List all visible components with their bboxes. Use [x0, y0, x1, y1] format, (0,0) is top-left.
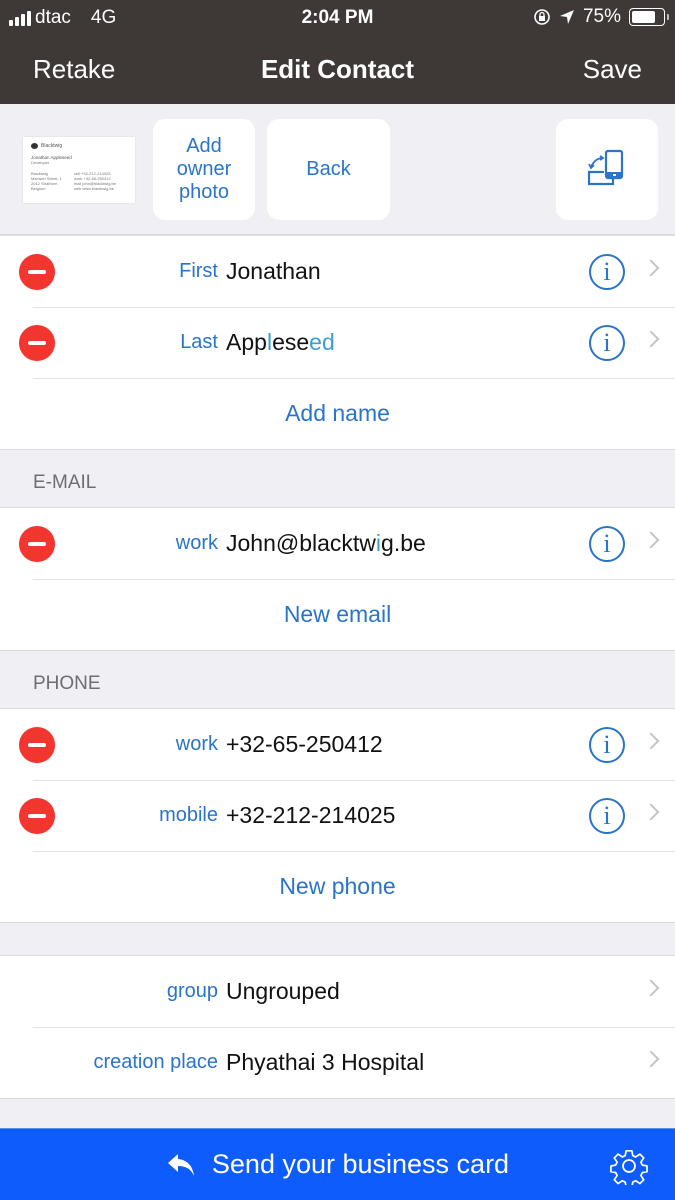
last-name-value[interactable]: Appleseed — [226, 329, 335, 356]
business-card-thumbnail[interactable]: Blacktwig Jonathan Appleseed Developer B… — [23, 137, 135, 203]
delete-first-name-button[interactable] — [19, 254, 55, 290]
phone-section: work +32-65-250412 i mobile +32-212-2140… — [0, 708, 675, 923]
field-label: group — [166, 980, 218, 1002]
send-business-card-label: Send your business card — [211, 1149, 510, 1179]
meta-section: group Ungrouped creation place Phyathai … — [0, 955, 675, 1099]
field-row-phone-mobile: mobile +32-212-214025 i — [0, 780, 675, 852]
value-text: +32-212-214025 — [226, 802, 396, 828]
field-label: First — [179, 260, 218, 282]
card-line: Belgium — [31, 186, 46, 191]
chevron-right-icon[interactable] — [642, 803, 660, 821]
value-text: App — [226, 329, 267, 355]
card-role: Developer — [31, 160, 50, 165]
field-row-email: work John@blacktwig.be i — [0, 508, 675, 580]
status-bar: dtac 4G 2:04 PM 75% — [0, 0, 675, 36]
delete-last-name-button[interactable] — [19, 325, 55, 361]
card-company-lines: Blacktwig Meinwel Street, 1 2012 Strathorn… — [31, 171, 62, 191]
value-text: Jonathan — [226, 258, 321, 284]
info-icon[interactable]: i — [589, 798, 625, 834]
brand-logo-icon — [31, 143, 38, 149]
info-icon[interactable]: i — [589, 254, 625, 290]
chevron-right-icon[interactable] — [642, 732, 660, 750]
email-section: work John@blacktwig.be i New email — [0, 507, 675, 651]
info-icon[interactable]: i — [589, 727, 625, 763]
field-row-phone-work: work +32-65-250412 i — [0, 709, 675, 781]
card-line: web www.blacktwig.be — [73, 186, 114, 191]
add-name-button[interactable]: Add name — [0, 378, 675, 449]
delete-phone-work-button[interactable] — [19, 727, 55, 763]
bottom-bar: Send your business card — [0, 1128, 675, 1200]
chevron-right-icon[interactable] — [642, 531, 660, 549]
field-row-creation-place[interactable]: creation place Phyathai 3 Hospital — [0, 1027, 675, 1098]
add-owner-photo-button[interactable]: Add owner photo — [153, 119, 255, 220]
value-text: +32-65-250412 — [226, 731, 383, 757]
group-value: Ungrouped — [226, 978, 340, 1004]
field-label: mobile — [159, 804, 218, 826]
send-business-card-button[interactable]: Send your business card — [0, 1149, 675, 1180]
field-label: work — [175, 733, 218, 755]
info-icon[interactable]: i — [589, 526, 625, 562]
field-label: work — [175, 532, 218, 554]
first-name-value[interactable]: Jonathan — [226, 258, 321, 285]
delete-phone-mobile-button[interactable] — [19, 798, 55, 834]
card-brand: Blacktwig — [41, 143, 63, 149]
top-bar: dtac 4G 2:04 PM 75% Retake Edit Contact … — [0, 0, 675, 104]
reply-arrow-icon — [167, 1153, 194, 1176]
phone-mobile-value[interactable]: +32-212-214025 — [226, 802, 395, 829]
field-row-first: First Jonathan i — [0, 236, 675, 308]
field-row-last: Last Appleseed i — [0, 307, 675, 379]
name-section: First Jonathan i Last Appleseed i Add na… — [0, 235, 675, 450]
low-confidence-text: ed — [309, 329, 335, 355]
gear-icon[interactable] — [610, 1147, 648, 1185]
rotate-device-icon — [587, 149, 624, 185]
save-button[interactable]: Save — [583, 54, 642, 85]
field-row-group[interactable]: group Ungrouped — [0, 956, 675, 1028]
back-label: Back — [306, 158, 351, 180]
new-phone-button[interactable]: New phone — [0, 851, 675, 922]
location-arrow-icon — [559, 10, 574, 24]
creation-place-value: Phyathai 3 Hospital — [226, 1049, 425, 1075]
nav-bar: Retake Edit Contact Save — [0, 46, 675, 92]
chevron-right-icon[interactable] — [642, 259, 660, 277]
field-label: creation place — [93, 1051, 218, 1073]
orientation-lock-icon — [534, 9, 550, 25]
chevron-right-icon[interactable] — [642, 330, 660, 348]
field-label: Last — [180, 331, 218, 353]
phone-work-value[interactable]: +32-65-250412 — [226, 731, 383, 758]
back-button[interactable]: Back — [267, 119, 390, 220]
value-text: g.be — [381, 530, 426, 556]
card-contact-lines: cell +32-212-214025 work +32-65-250412 mai… — [74, 171, 116, 191]
add-owner-photo-label: Add owner photo — [176, 135, 232, 203]
email-value[interactable]: John@blacktwig.be — [226, 530, 426, 557]
value-text: ese — [272, 329, 310, 355]
rotate-card-button[interactable] — [556, 119, 658, 220]
page-title: Edit Contact — [260, 54, 415, 84]
phone-section-header: PHONE — [33, 673, 101, 694]
email-section-header: E-MAIL — [33, 472, 97, 493]
new-email-button[interactable]: New email — [0, 579, 675, 650]
value-text: John@blacktw — [226, 530, 376, 556]
battery-percent: 75% — [582, 6, 621, 27]
battery-icon — [629, 8, 669, 26]
chevron-right-icon[interactable] — [642, 1050, 660, 1068]
chevron-right-icon[interactable] — [642, 979, 660, 997]
info-icon[interactable]: i — [589, 325, 625, 361]
delete-email-button[interactable] — [19, 526, 55, 562]
